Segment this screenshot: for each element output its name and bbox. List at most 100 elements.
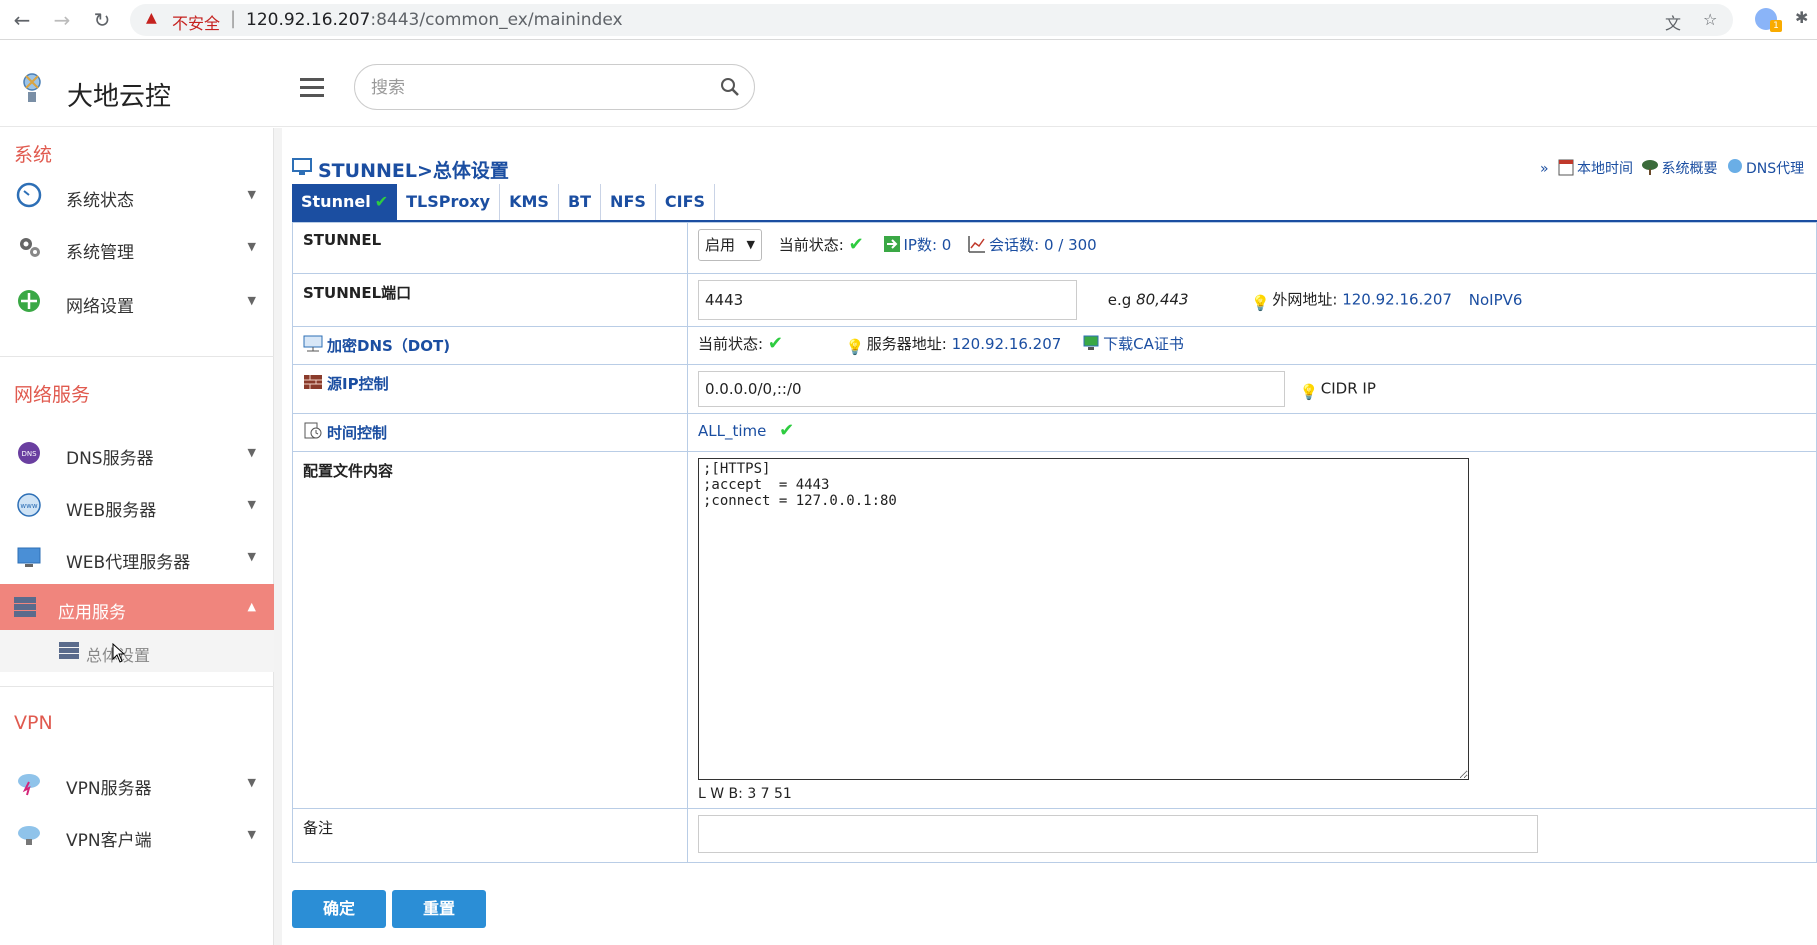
- caret-down-icon: ▼: [247, 828, 256, 841]
- external-ip[interactable]: 120.92.16.207: [1342, 291, 1452, 309]
- sidebar-item-label: VPN客户端: [66, 831, 152, 851]
- translate-icon[interactable]: 文: [1665, 10, 1681, 34]
- session-count[interactable]: 会话数: 0 / 300: [989, 236, 1097, 254]
- tab-tlsproxy[interactable]: TLSProxy: [397, 184, 501, 220]
- section-title-network-services: 网络服务: [14, 384, 91, 406]
- sidebar-item-network-settings[interactable]: 网络设置 ▼: [0, 278, 274, 324]
- quick-links-prefix: »: [1540, 161, 1549, 177]
- notes-input[interactable]: [698, 815, 1538, 853]
- confirm-button[interactable]: 确定: [292, 890, 386, 928]
- section-title-system: 系统: [14, 144, 53, 166]
- gears-icon: [20, 238, 40, 257]
- dns-status-label: 当前状态:: [698, 335, 764, 353]
- address-separator: |: [230, 8, 237, 29]
- ip-count[interactable]: IP数: 0: [904, 236, 952, 254]
- back-icon[interactable]: ←: [8, 6, 36, 34]
- caret-down-icon: ▼: [247, 240, 256, 253]
- form-row-time-control: 时间控制 ALL_time ✔: [292, 413, 1817, 452]
- sidebar-item-system-management[interactable]: 系统管理 ▼: [0, 224, 274, 270]
- sidebar-item-web-proxy[interactable]: WEB代理服务器 ▼: [0, 534, 274, 580]
- tab-bar: Stunnel ✔ TLSProxy KMS BT NFS CIFS: [292, 184, 716, 220]
- status-ok-check-icon: ✔: [767, 333, 783, 354]
- server-address-label: 服务器地址:: [866, 335, 947, 353]
- lightbulb-icon: 💡: [1251, 293, 1271, 312]
- network-monitor-icon: [303, 335, 323, 352]
- caret-down-icon: ▼: [247, 188, 256, 201]
- server-stack-icon: [14, 597, 36, 617]
- encrypted-dns-label: 加密DNS（DOT): [327, 337, 451, 355]
- source-ip-cell[interactable]: 源IP控制: [292, 364, 688, 414]
- puzzle-icon[interactable]: ✱: [1795, 8, 1808, 27]
- server-ip[interactable]: 120.92.16.207: [952, 335, 1062, 353]
- tab-cifs[interactable]: CIFS: [656, 184, 716, 220]
- port-label: STUNNEL端口: [292, 273, 688, 327]
- dns-proxy-link[interactable]: DNS代理: [1746, 161, 1804, 177]
- search-input[interactable]: [369, 75, 689, 101]
- warning-icon: ▲: [146, 10, 157, 26]
- proxy-monitor-icon: [17, 547, 41, 567]
- page-title: STUNNEL>总体设置: [318, 160, 509, 182]
- quick-links: » 本地时间 系统概要 DNS代理: [1540, 158, 1808, 178]
- bookmark-star-icon[interactable]: ☆: [1703, 10, 1717, 29]
- system-overview-link[interactable]: 系统概要: [1661, 161, 1717, 177]
- caret-up-icon: ▲: [247, 600, 256, 613]
- tab-kms[interactable]: KMS: [500, 184, 559, 220]
- menu-toggle-icon[interactable]: [300, 78, 324, 98]
- time-control-label: 时间控制: [327, 424, 388, 442]
- sidebar-subitem-general-settings[interactable]: 总体设置: [0, 630, 274, 672]
- satellite-logo-icon: [23, 73, 41, 102]
- config-label: 配置文件内容: [292, 451, 688, 809]
- time-control-link[interactable]: ALL_time: [698, 422, 766, 440]
- form-row-config: 配置文件内容 ;[HTTPS] ;accept = 4443 ;connect …: [292, 451, 1817, 809]
- browser-toolbar: ← → ↻ ▲ 不安全 | 120.92.16.207:8443/common_…: [0, 0, 1817, 40]
- reload-icon[interactable]: ↻: [88, 6, 116, 34]
- external-address-label: 外网地址:: [1272, 290, 1338, 309]
- extension-badge: 1: [1770, 20, 1782, 32]
- local-time-link[interactable]: 本地时间: [1577, 161, 1633, 177]
- notes-value: [687, 808, 1817, 863]
- source-ip-input[interactable]: [698, 371, 1285, 407]
- sidebar-divider: [0, 356, 274, 357]
- sidebar-item-system-status[interactable]: 系统状态 ▼: [0, 172, 274, 218]
- app-header: 大地云控: [0, 40, 1817, 127]
- sidebar-item-label: 网络设置: [66, 297, 134, 317]
- source-ip-label: 源IP控制: [327, 375, 389, 393]
- time-control-cell[interactable]: 时间控制: [292, 413, 688, 452]
- check-icon: ✔: [374, 192, 389, 211]
- sidebar-item-vpn-client[interactable]: VPN客户端 ▼: [0, 812, 274, 858]
- sidebar-item-dns-server[interactable]: DNS DNS服务器 ▼: [0, 430, 274, 476]
- sidebar-item-app-services[interactable]: 应用服务 ▲: [0, 584, 274, 630]
- search-box: [354, 64, 755, 110]
- globe-icon: [1727, 159, 1742, 173]
- www-globe-icon: www: [17, 493, 41, 517]
- config-textarea[interactable]: ;[HTTPS] ;accept = 4443 ;connect = 127.0…: [698, 458, 1469, 780]
- sidebar-item-web-server[interactable]: www WEB服务器 ▼: [0, 482, 274, 528]
- sidebar-item-label: 应用服务: [58, 603, 126, 623]
- address-bar[interactable]: ▲ 不安全 | 120.92.16.207:8443/common_ex/mai…: [130, 4, 1733, 36]
- firewall-icon: [304, 375, 322, 389]
- cloud-client-icon: [18, 826, 40, 845]
- login-arrow-icon: [883, 236, 900, 252]
- noipv6-link[interactable]: NoIPV6: [1469, 291, 1523, 309]
- search-icon[interactable]: [720, 77, 740, 97]
- port-value: e.g 80,443 💡外网地址: 120.92.16.207 NoIPV6: [687, 273, 1817, 327]
- notes-label: 备注: [292, 808, 688, 863]
- caret-down-icon: ▼: [247, 446, 256, 459]
- download-ca-link[interactable]: 下载CA证书: [1103, 335, 1184, 353]
- sidebar-item-vpn-server[interactable]: VPN服务器 ▼: [0, 760, 274, 806]
- encrypted-dns-cell[interactable]: 加密DNS（DOT): [292, 326, 688, 365]
- settings-form: STUNNEL 启用 ▼ 当前状态: ✔ IP数: 0 会话数: 0 / 300 …: [292, 222, 1817, 863]
- stunnel-enable-select[interactable]: 启用 ▼: [698, 229, 762, 261]
- config-value: ;[HTTPS] ;accept = 4443 ;connect = 127.0…: [687, 451, 1817, 809]
- server-stack-icon: [59, 642, 79, 659]
- tab-nfs[interactable]: NFS: [601, 184, 656, 220]
- chart-icon: [968, 236, 986, 253]
- tab-bt[interactable]: BT: [559, 184, 602, 220]
- port-input[interactable]: [698, 280, 1077, 320]
- tab-stunnel[interactable]: Stunnel ✔: [292, 184, 398, 220]
- form-row-port: STUNNEL端口 e.g 80,443 💡外网地址: 120.92.16.20…: [292, 273, 1817, 327]
- caret-down-icon: ▼: [247, 550, 256, 563]
- reset-button[interactable]: 重置: [392, 890, 486, 928]
- url-text[interactable]: 120.92.16.207:8443/common_ex/mainindex: [246, 10, 623, 30]
- forward-icon[interactable]: →: [48, 6, 76, 34]
